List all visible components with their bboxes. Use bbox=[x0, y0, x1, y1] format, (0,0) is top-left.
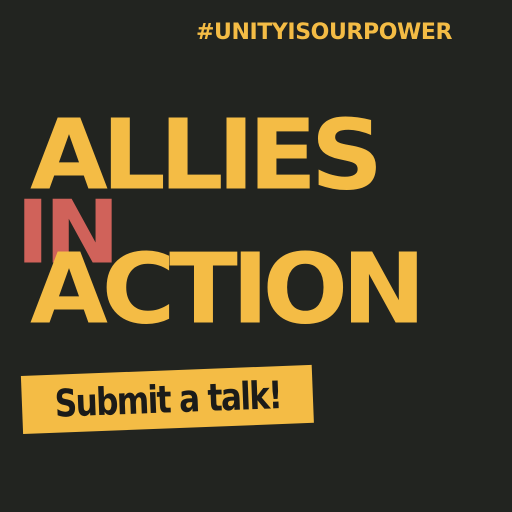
hashtag: #UNITYISOURPOWER bbox=[196, 20, 453, 45]
submit-talk-button[interactable]: Submit a talk! bbox=[20, 364, 314, 434]
poster: #UNITYISOURPOWER IN ALLIES ACTION Submit… bbox=[0, 0, 512, 512]
headline-allies: ALLIES bbox=[30, 99, 383, 213]
headline-action: ACTION bbox=[30, 233, 426, 347]
submit-talk-label: Submit a talk! bbox=[53, 373, 282, 426]
